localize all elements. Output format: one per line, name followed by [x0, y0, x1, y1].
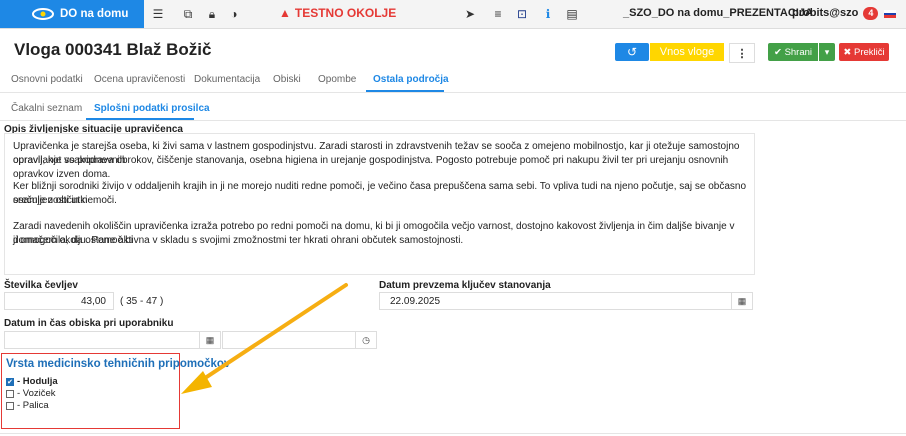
annotation-arrow-icon [181, 283, 348, 394]
divider [0, 433, 906, 434]
